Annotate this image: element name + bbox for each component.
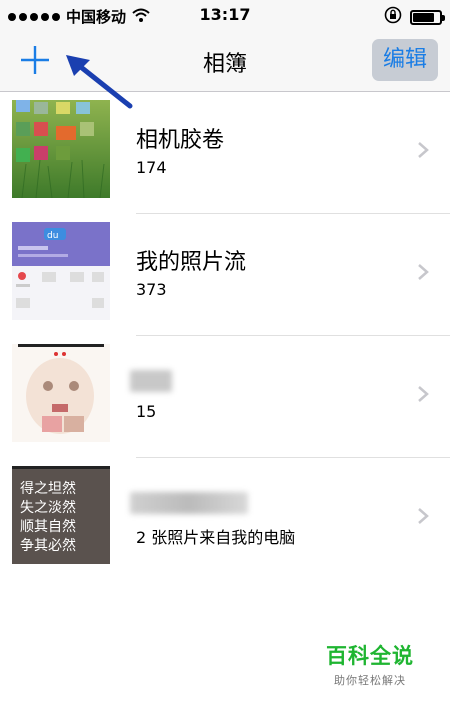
chevron-right-icon — [418, 264, 429, 280]
navigation-bar: 相簿 编辑 — [0, 30, 450, 92]
album-row-photo-stream[interactable]: du 我的照片流 373 — [0, 214, 450, 336]
thumbnail-text-line: 争其必然 — [20, 538, 76, 554]
album-name-blurred — [130, 492, 248, 514]
svg-text:du: du — [47, 231, 58, 241]
watermark-subtitle: 助你轻松解决 — [334, 674, 406, 687]
album-thumbnail — [12, 100, 110, 198]
clock: 13:17 — [199, 5, 251, 24]
chevron-right-icon — [418, 386, 429, 402]
album-row-blurred-4[interactable]: 得之坦然 失之淡然 顺其自然 争其必然 2 张照片来自我的电脑 — [0, 458, 450, 580]
thumbnail-text-line: 得之坦然 — [20, 481, 76, 497]
album-name: 我的照片流 — [136, 250, 247, 275]
album-name-blurred — [130, 370, 172, 392]
album-row-blurred-3[interactable]: 15 — [0, 336, 450, 458]
edit-button[interactable]: 编辑 — [372, 39, 438, 81]
battery-icon — [410, 9, 445, 25]
album-list: 相机胶卷 174 du 我的照片流 373 15 得之坦然 失之淡然 顺其自然 … — [0, 92, 450, 580]
album-thumbnail: 得之坦然 失之淡然 顺其自然 争其必然 — [12, 466, 110, 564]
status-right — [384, 6, 445, 28]
album-count: 15 — [136, 402, 157, 421]
status-bar: 中国移动 13:17 — [0, 0, 450, 30]
album-count: 174 — [136, 158, 167, 177]
chevron-right-icon — [418, 142, 429, 158]
album-thumbnail: du — [12, 222, 110, 320]
album-count: 2 张照片来自我的电脑 — [136, 528, 296, 547]
album-row-camera-roll[interactable]: 相机胶卷 174 — [0, 92, 450, 214]
add-album-button[interactable] — [14, 40, 58, 80]
thumbnail-text-line: 失之淡然 — [20, 500, 76, 516]
album-name: 相机胶卷 — [136, 128, 225, 153]
watermark-title: 百科全说 — [326, 644, 414, 668]
plus-icon — [21, 46, 49, 74]
chevron-right-icon — [418, 508, 429, 524]
album-thumbnail — [12, 344, 110, 442]
rotation-lock-icon — [384, 6, 402, 28]
thumbnail-text-line: 顺其自然 — [20, 519, 76, 535]
watermark-logo: 百科全说 助你轻松解决 — [320, 640, 420, 688]
album-count: 373 — [136, 280, 167, 299]
battery-level — [413, 12, 434, 22]
